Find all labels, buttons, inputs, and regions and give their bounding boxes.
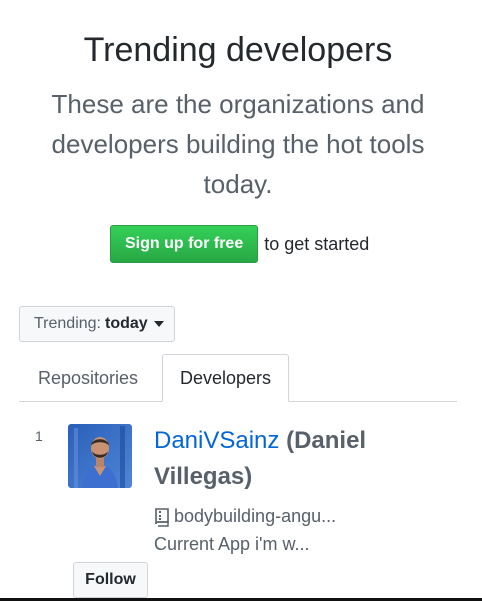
signup-suffix-text: to get started — [264, 233, 370, 254]
developer-login-link[interactable]: DaniVSainz — [154, 427, 279, 454]
trending-label: Trending: — [34, 315, 101, 332]
page-title: Trending developers — [83, 31, 393, 69]
trending-developers-page: Trending developers These are the organi… — [0, 0, 482, 601]
avatar-photo — [68, 424, 132, 488]
page-subtitle: These are the organizations and develope… — [51, 89, 425, 199]
avatar[interactable] — [68, 424, 132, 488]
tab-repositories[interactable]: Repositories — [22, 354, 154, 402]
repo-icon — [155, 507, 169, 527]
tab-developers[interactable]: Developers — [162, 354, 289, 402]
developer-rank: 1 — [35, 428, 43, 444]
popular-repo-link[interactable]: bodybuilding-angu... — [154, 506, 336, 527]
trending-period-select[interactable]: Trending: today — [19, 306, 175, 342]
signup-button[interactable]: Sign up for free — [110, 225, 259, 263]
trending-value: today — [105, 315, 148, 332]
caret-down-icon — [153, 321, 164, 327]
follow-button[interactable]: Follow — [73, 562, 148, 598]
popular-repo-name: bodybuilding-angu... — [174, 506, 337, 526]
developer-name: DaniVSainz (Daniel Villegas) — [154, 423, 454, 495]
popular-repo-description: Current App i'm w... — [154, 534, 310, 554]
signup-row: Sign up for free to get started — [110, 225, 369, 263]
